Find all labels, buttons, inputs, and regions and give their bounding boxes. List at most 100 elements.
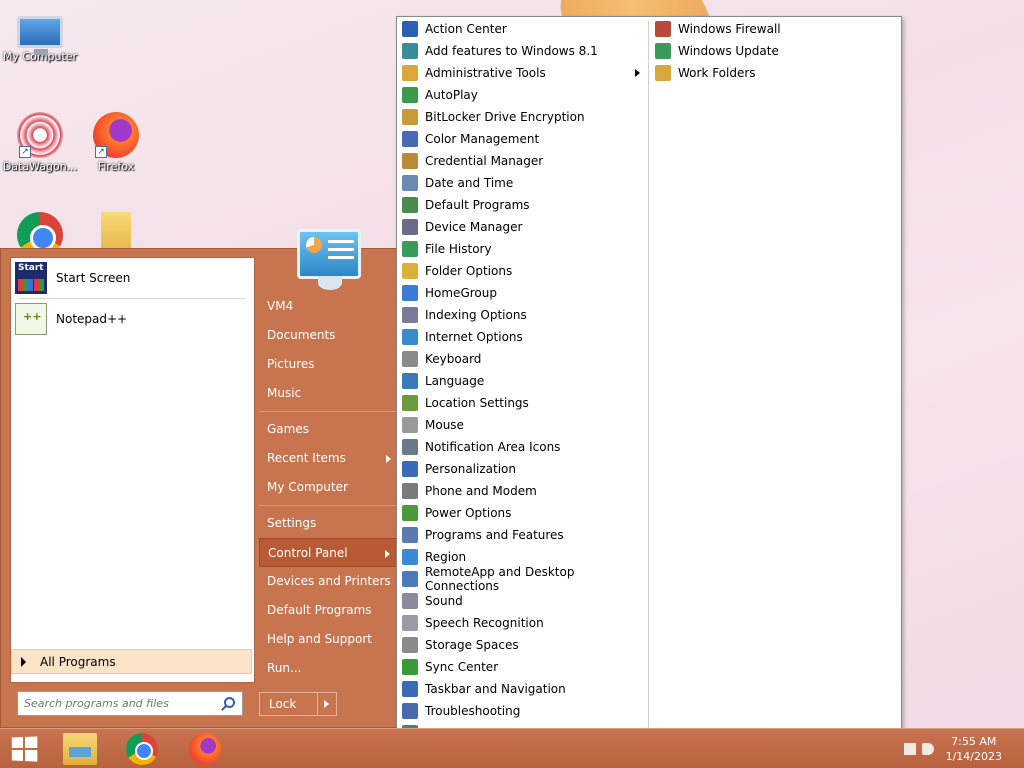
cp-item-location-settings[interactable]: Location Settings [398, 392, 648, 414]
cp-item-internet-options[interactable]: Internet Options [398, 326, 648, 348]
start-item-pictures[interactable]: Pictures [259, 350, 397, 379]
add-features-to-windows-8-1-icon [402, 43, 418, 59]
start-screen-icon-text: Start [18, 263, 44, 273]
clock[interactable]: 7:55 AM 1/14/2023 [946, 734, 1002, 764]
lock-button[interactable]: Lock [259, 692, 337, 716]
start-item-run[interactable]: Run... [259, 654, 397, 683]
cp-item-label: Notification Area Icons [425, 440, 561, 454]
cp-item-administrative-tools[interactable]: Administrative Tools [398, 62, 648, 84]
desktop-icon-my-computer[interactable]: My Computer [0, 10, 80, 63]
cp-item-windows-update[interactable]: Windows Update [651, 40, 901, 62]
search-input[interactable] [24, 697, 214, 710]
cp-item-bitlocker-drive-encryption[interactable]: BitLocker Drive Encryption [398, 106, 648, 128]
windows-firewall-icon [655, 21, 671, 37]
cp-item-label: Credential Manager [425, 154, 544, 168]
cp-item-language[interactable]: Language [398, 370, 648, 392]
cp-item-date-and-time[interactable]: Date and Time [398, 172, 648, 194]
pinned-item-start-screen[interactable]: Start Start Screen [11, 258, 254, 298]
cp-item-programs-and-features[interactable]: Programs and Features [398, 524, 648, 546]
cp-item-personalization[interactable]: Personalization [398, 458, 648, 480]
cp-item-label: Windows Firewall [678, 22, 781, 36]
network-icon[interactable] [904, 743, 916, 755]
speech-recognition-icon [402, 615, 418, 631]
cp-item-speech-recognition[interactable]: Speech Recognition [398, 612, 648, 634]
start-button[interactable] [4, 733, 44, 765]
autoplay-icon [402, 87, 418, 103]
cp-item-work-folders[interactable]: Work Folders [651, 62, 901, 84]
cp-item-phone-and-modem[interactable]: Phone and Modem [398, 480, 648, 502]
cp-item-label: HomeGroup [425, 286, 497, 300]
cp-item-homegroup[interactable]: HomeGroup [398, 282, 648, 304]
cp-item-action-center[interactable]: Action Center [398, 18, 648, 40]
cp-item-keyboard[interactable]: Keyboard [398, 348, 648, 370]
volume-icon[interactable] [922, 743, 934, 755]
cp-item-windows-firewall[interactable]: Windows Firewall [651, 18, 901, 40]
cp-item-label: Sync Center [425, 660, 499, 674]
search-box[interactable] [17, 691, 243, 716]
lock-button-label: Lock [260, 693, 318, 715]
date-and-time-icon [402, 175, 418, 191]
firefox-icon[interactable] [189, 733, 221, 765]
start-item-control-panel[interactable]: Control Panel [259, 538, 397, 567]
all-programs-button[interactable]: All Programs [11, 649, 252, 674]
pinned-item-label: Start Screen [56, 271, 131, 285]
mouse-icon [402, 417, 418, 433]
cp-item-default-programs[interactable]: Default Programs [398, 194, 648, 216]
desktop-icon-datawagon[interactable]: ↗ DataWagon... [0, 112, 80, 173]
user-picture[interactable] [297, 229, 361, 290]
personalization-icon [402, 461, 418, 477]
start-item-help-and-support[interactable]: Help and Support [259, 625, 397, 654]
cp-item-power-options[interactable]: Power Options [398, 502, 648, 524]
cp-item-add-features-to-windows-8-1[interactable]: Add features to Windows 8.1 [398, 40, 648, 62]
start-item-settings[interactable]: Settings [259, 509, 397, 538]
divider [259, 411, 397, 412]
cp-item-taskbar-and-navigation[interactable]: Taskbar and Navigation [398, 678, 648, 700]
start-item-recent-items[interactable]: Recent Items [259, 444, 397, 473]
cp-item-notification-area-icons[interactable]: Notification Area Icons [398, 436, 648, 458]
file-explorer-icon[interactable] [63, 733, 97, 765]
keyboard-icon [402, 351, 418, 367]
cp-item-storage-spaces[interactable]: Storage Spaces [398, 634, 648, 656]
cp-item-autoplay[interactable]: AutoPlay [398, 84, 648, 106]
desktop-icon-firefox[interactable]: ↗ Firefox [76, 112, 156, 173]
cp-item-label: Mouse [425, 418, 464, 432]
cp-item-label: Add features to Windows 8.1 [425, 44, 598, 58]
cp-item-sound[interactable]: Sound [398, 590, 648, 612]
troubleshooting-icon [402, 703, 418, 719]
start-item-games[interactable]: Games [259, 415, 397, 444]
cp-item-mouse[interactable]: Mouse [398, 414, 648, 436]
cp-item-color-management[interactable]: Color Management [398, 128, 648, 150]
cp-item-troubleshooting[interactable]: Troubleshooting [398, 700, 648, 722]
start-item-vm4[interactable]: VM4 [259, 292, 397, 321]
power-options-icon [402, 505, 418, 521]
cp-item-indexing-options[interactable]: Indexing Options [398, 304, 648, 326]
cp-item-label: Device Manager [425, 220, 523, 234]
start-item-devices-and-printers[interactable]: Devices and Printers [259, 567, 397, 596]
cp-item-file-history[interactable]: File History [398, 238, 648, 260]
chrome-icon[interactable] [126, 733, 158, 765]
cp-item-remoteapp-and-desktop-connections[interactable]: RemoteApp and Desktop Connections [398, 565, 648, 593]
cp-item-credential-manager[interactable]: Credential Manager [398, 150, 648, 172]
start-item-music[interactable]: Music [259, 379, 397, 408]
cp-item-sync-center[interactable]: Sync Center [398, 656, 648, 678]
chevron-right-icon[interactable] [324, 700, 329, 708]
cp-item-label: Speech Recognition [425, 616, 544, 630]
start-item-my-computer[interactable]: My Computer [259, 473, 397, 502]
desktop-icon-label: Firefox [97, 160, 135, 173]
start-item-documents[interactable]: Documents [259, 321, 397, 350]
cp-item-label: Sound [425, 594, 463, 608]
search-icon[interactable] [224, 697, 235, 708]
cp-item-label: Administrative Tools [425, 66, 546, 80]
cp-item-device-manager[interactable]: Device Manager [398, 216, 648, 238]
pinned-item-notepad-plus-plus[interactable]: Notepad++ [11, 299, 254, 339]
cp-item-label: Personalization [425, 462, 516, 476]
control-panel-column-2: Windows Firewall Windows Update Work Folde… [651, 18, 901, 84]
divider [648, 21, 649, 765]
cp-item-folder-options[interactable]: Folder Options [398, 260, 648, 282]
cp-item-label: Default Programs [425, 198, 530, 212]
start-item-default-programs[interactable]: Default Programs [259, 596, 397, 625]
phone-and-modem-icon [402, 483, 418, 499]
sync-center-icon [402, 659, 418, 675]
location-settings-icon [402, 395, 418, 411]
work-folders-icon [655, 65, 671, 81]
